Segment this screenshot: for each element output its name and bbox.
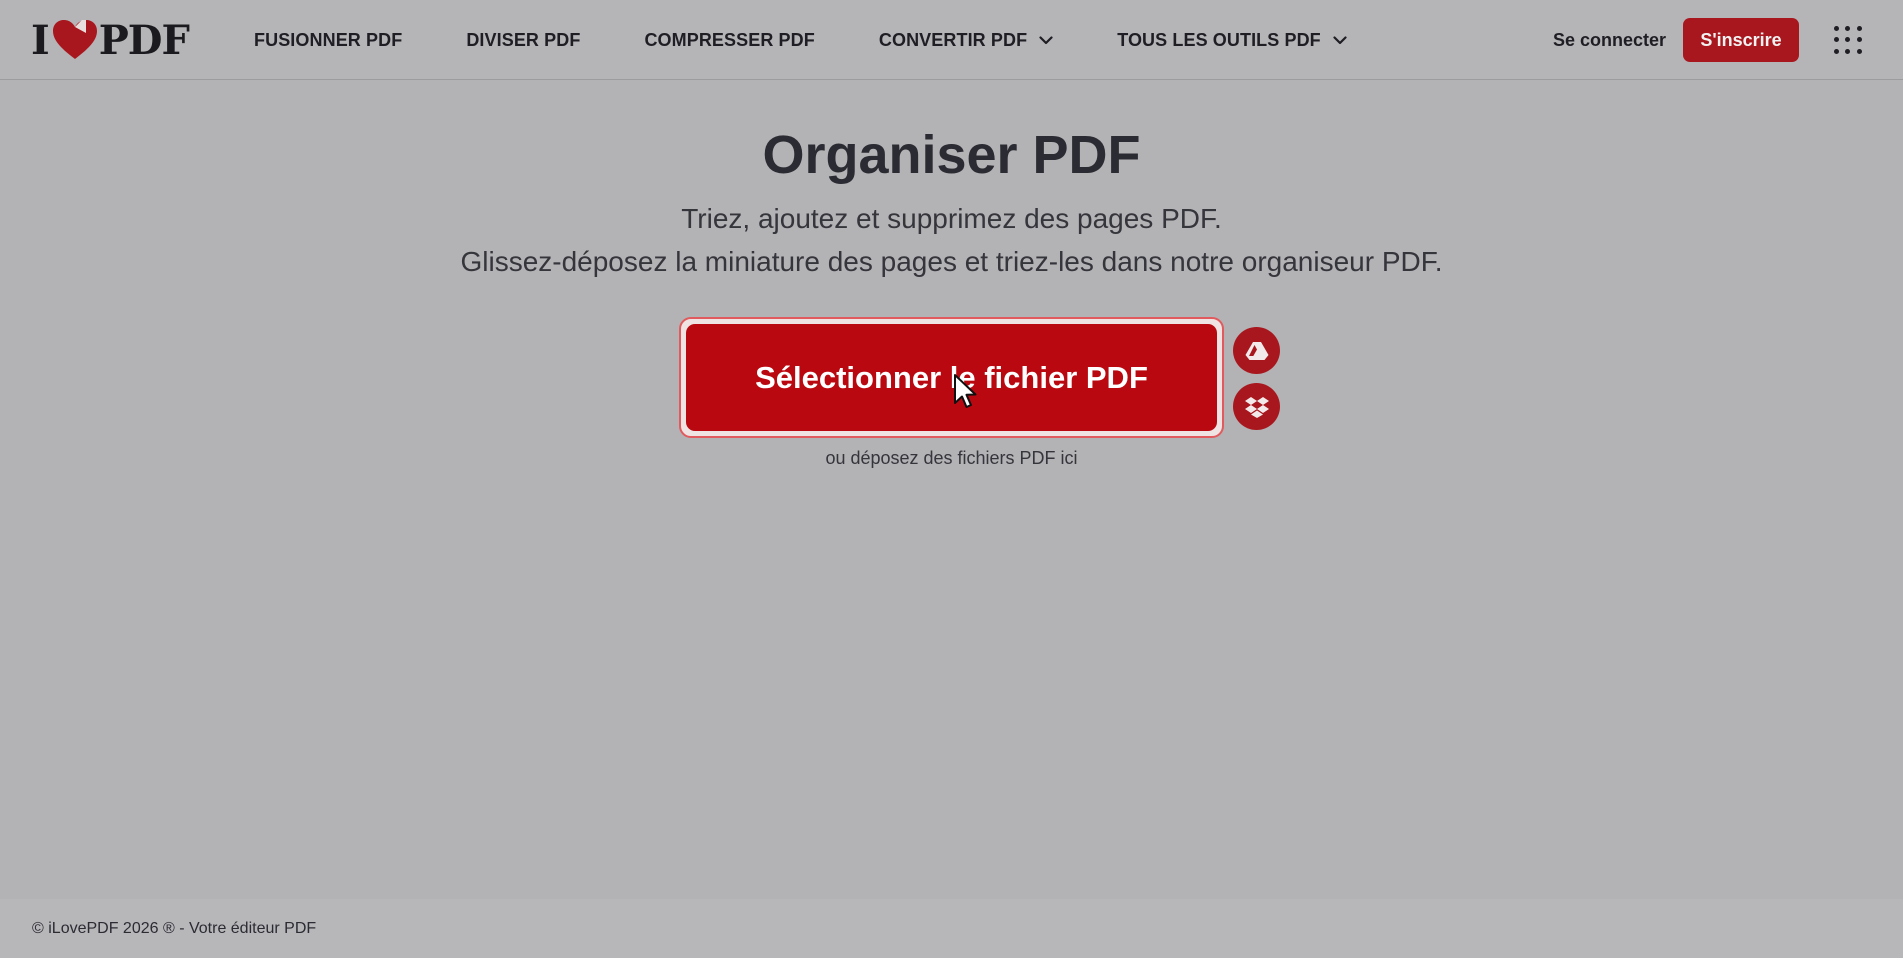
login-link[interactable]: Se connecter — [1553, 30, 1666, 51]
heart-logo-icon — [52, 20, 97, 59]
page-title: Organiser PDF — [762, 125, 1141, 185]
dropbox-icon — [1244, 396, 1269, 418]
select-pdf-file-button[interactable]: Sélectionner le fichier PDF — [686, 324, 1217, 431]
grid-apps-icon[interactable] — [1831, 23, 1865, 57]
chevron-down-icon — [1039, 35, 1053, 44]
nav-tous-les-outils-pdf[interactable]: TOUS LES OUTILS PDF — [1117, 30, 1347, 51]
nav-label: TOUS LES OUTILS PDF — [1117, 29, 1321, 50]
top-navbar: I PDF FUSIONNER PDF DIVISER PDF COMPRESS… — [0, 0, 1903, 80]
upload-button-frame: Sélectionner le fichier PDF — [679, 317, 1224, 438]
nav-label: DIVISER PDF — [466, 29, 581, 50]
chevron-down-icon — [1333, 35, 1347, 44]
footer-copyright: © iLovePDF 2026 ® - Votre éditeur PDF — [32, 919, 317, 937]
signup-button[interactable]: S'inscrire — [1683, 18, 1799, 62]
page-subtitle-line1: Triez, ajoutez et supprimez des pages PD… — [681, 203, 1222, 234]
ilovepdf-logo[interactable]: I PDF — [31, 16, 190, 64]
drop-files-hint: ou déposez des fichiers PDF ici — [825, 448, 1078, 468]
nav-convertir-pdf[interactable]: CONVERTIR PDF — [879, 30, 1053, 51]
nav-label: CONVERTIR PDF — [878, 29, 1028, 50]
nav-fusionner-pdf[interactable]: FUSIONNER PDF — [254, 30, 402, 51]
nav-label: COMPRESSER PDF — [644, 29, 815, 50]
nav-diviser-pdf[interactable]: DIVISER PDF — [466, 30, 580, 51]
dropbox-button[interactable] — [1233, 383, 1280, 430]
nav-compresser-pdf[interactable]: COMPRESSER PDF — [644, 30, 814, 51]
page-subtitle-line2: Glissez-déposez la miniature des pages e… — [460, 246, 1443, 277]
google-drive-icon — [1245, 341, 1268, 360]
footer: © iLovePDF 2026 ® - Votre éditeur PDF — [0, 899, 1903, 958]
main-content: Organiser PDF Triez, ajoutez et supprime… — [0, 81, 1903, 899]
google-drive-button[interactable] — [1233, 327, 1280, 374]
logo-letters-pdf: PDF — [98, 16, 190, 64]
main-nav: FUSIONNER PDF DIVISER PDF COMPRESSER PDF… — [254, 0, 1347, 80]
logo-letter-i: I — [31, 16, 50, 64]
nav-label: FUSIONNER PDF — [254, 29, 403, 50]
header-actions: Se connecter S'inscrire — [1553, 0, 1903, 80]
mouse-cursor-icon — [954, 374, 977, 408]
